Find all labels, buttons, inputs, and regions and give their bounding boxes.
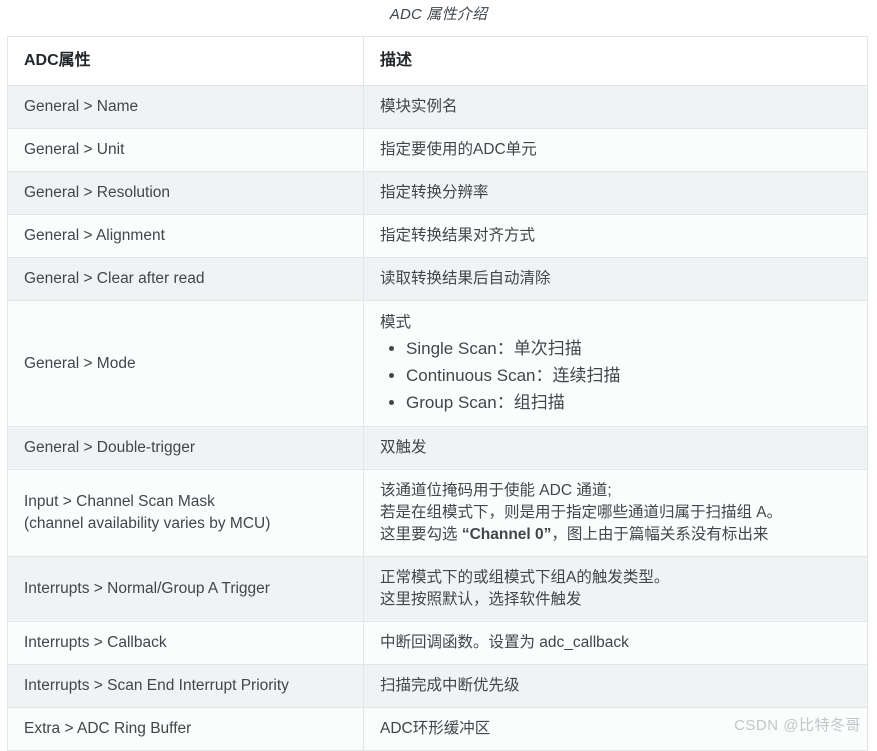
cell-property: Interrupts > Normal/Group A Trigger bbox=[7, 556, 364, 622]
cell-description: 正常模式下的或组模式下组A的触发类型。 这里按照默认，选择软件触发 bbox=[363, 556, 868, 622]
description-text-emphasis: “Channel 0” bbox=[461, 526, 552, 543]
cell-property: General > Alignment bbox=[7, 214, 364, 258]
cell-description: 中断回调函数。设置为 adc_callback bbox=[363, 621, 868, 665]
description-line-2: 这里按照默认，选择软件触发 bbox=[380, 591, 582, 608]
cell-property: Input > Channel Scan Mask (channel avail… bbox=[7, 469, 364, 557]
cell-property: General > Clear after read bbox=[7, 257, 364, 301]
table-row: Interrupts > Normal/Group A Trigger 正常模式… bbox=[7, 556, 868, 622]
table-caption: ADC 属性介绍 bbox=[389, 6, 488, 23]
cell-property: Interrupts > Scan End Interrupt Priority bbox=[7, 664, 364, 708]
cell-property: General > Resolution bbox=[7, 171, 364, 215]
cell-description: 读取转换结果后自动清除 bbox=[363, 257, 868, 301]
table-head: ADC属性 描述 bbox=[7, 36, 868, 86]
table-row: Interrupts > Scan End Interrupt Priority… bbox=[7, 664, 868, 708]
description-line-3: 这里要勾选 “Channel 0”，图上由于篇幅关系没有标出来 bbox=[380, 524, 851, 546]
cell-description: 扫描完成中断优先级 bbox=[363, 664, 868, 708]
cell-property: General > Double-trigger bbox=[7, 426, 364, 470]
mode-option-list: Single Scan：单次扫描 Continuous Scan：连续扫描 Gr… bbox=[380, 335, 851, 416]
description-line-1: 该通道位掩码用于使能 ADC 通道; bbox=[380, 482, 612, 499]
column-header-description: 描述 bbox=[363, 36, 868, 86]
cell-property: General > Mode bbox=[7, 300, 364, 427]
cell-description: 双触发 bbox=[363, 426, 868, 470]
cell-description: 模块实例名 bbox=[363, 85, 868, 129]
property-line-secondary: (channel availability varies by MCU) bbox=[24, 515, 271, 532]
table-row: General > Unit 指定要使用的ADC单元 bbox=[7, 128, 868, 172]
cell-description: 指定要使用的ADC单元 bbox=[363, 128, 868, 172]
cell-description: 指定转换结果对齐方式 bbox=[363, 214, 868, 258]
table-row: General > Double-trigger 双触发 bbox=[7, 426, 868, 470]
table-row-mode: General > Mode 模式 Single Scan：单次扫描 Conti… bbox=[7, 300, 868, 427]
cell-description: 模式 Single Scan：单次扫描 Continuous Scan：连续扫描… bbox=[363, 300, 868, 427]
table-body: General > Name 模块实例名 General > Unit 指定要使… bbox=[7, 85, 868, 751]
property-line-primary: Input > Channel Scan Mask bbox=[24, 493, 215, 510]
table-row: General > Resolution 指定转换分辨率 bbox=[7, 171, 868, 215]
table-row: General > Alignment 指定转换结果对齐方式 bbox=[7, 214, 868, 258]
csdn-watermark: CSDN @比特冬哥 bbox=[734, 717, 861, 734]
cell-property: General > Name bbox=[7, 85, 364, 129]
cell-property: General > Unit bbox=[7, 128, 364, 172]
table-row: General > Clear after read 读取转换结果后自动清除 bbox=[7, 257, 868, 301]
table-row: General > Name 模块实例名 bbox=[7, 85, 868, 129]
adc-property-table: ADC属性 描述 General > Name 模块实例名 General > … bbox=[7, 36, 868, 751]
description-text-post: ，图上由于篇幅关系没有标出来 bbox=[551, 526, 769, 543]
description-line-2: 若是在组模式下，则是用于指定哪些通道归属于扫描组 A。 bbox=[380, 504, 783, 521]
mode-option-item: Group Scan：组扫描 bbox=[406, 389, 851, 416]
table-row: Interrupts > Callback 中断回调函数。设置为 adc_cal… bbox=[7, 621, 868, 665]
adc-property-table-container: ADC属性 描述 General > Name 模块实例名 General > … bbox=[7, 36, 868, 751]
cell-description: 该通道位掩码用于使能 ADC 通道; 若是在组模式下，则是用于指定哪些通道归属于… bbox=[363, 469, 868, 557]
description-text-pre: 这里要勾选 bbox=[380, 526, 462, 543]
mode-option-item: Single Scan：单次扫描 bbox=[406, 335, 851, 362]
mode-option-item: Continuous Scan：连续扫描 bbox=[406, 362, 851, 389]
description-line-1: 正常模式下的或组模式下组A的触发类型。 bbox=[380, 569, 670, 586]
cell-description: 指定转换分辨率 bbox=[363, 171, 868, 215]
table-row-channel-scan-mask: Input > Channel Scan Mask (channel avail… bbox=[7, 469, 868, 557]
cell-property: Interrupts > Callback bbox=[7, 621, 364, 665]
column-header-property: ADC属性 bbox=[7, 36, 364, 86]
mode-heading: 模式 bbox=[380, 314, 412, 331]
cell-property: Extra > ADC Ring Buffer bbox=[7, 707, 364, 751]
table-header-row: ADC属性 描述 bbox=[7, 36, 868, 86]
